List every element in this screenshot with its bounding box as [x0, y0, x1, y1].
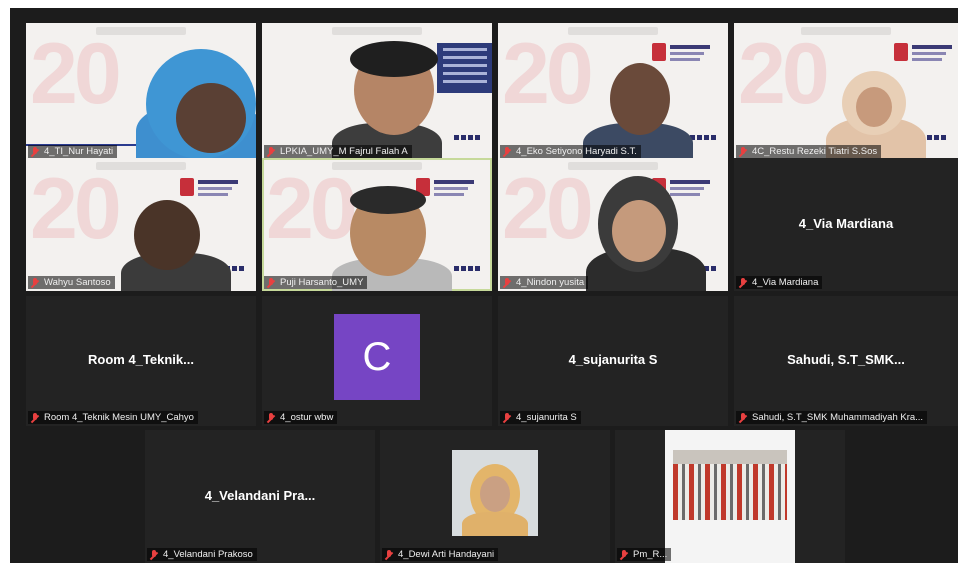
logo-bar [801, 27, 891, 35]
event-logo [652, 43, 712, 65]
virtual-background: 20 [502, 161, 594, 257]
slide-dots [454, 266, 482, 271]
participant-name: 4_sujanurita S [516, 412, 577, 423]
virtual-background: 20 [502, 26, 594, 122]
participant-display-name: Room 4_Teknik... [88, 352, 194, 367]
participant-name: 4_Nindon yusita [516, 277, 585, 288]
slide-dots [454, 135, 482, 140]
participant-name-tag: Pm_R... [617, 548, 672, 561]
muted-mic-icon [738, 412, 748, 423]
muted-mic-icon [149, 549, 159, 560]
virtual-background: 20 [738, 26, 830, 122]
participant-tile[interactable]: 20 4_TI_Nur Hayati [26, 23, 256, 160]
participant-display-name: 4_sujanurita S [568, 352, 658, 367]
muted-mic-icon [266, 146, 276, 157]
participant-video [350, 186, 426, 214]
participant-avatar: C [334, 314, 420, 400]
logo-bar [568, 27, 658, 35]
muted-mic-icon [502, 277, 512, 288]
slide-panel [437, 43, 492, 93]
participant-video [612, 200, 666, 262]
participant-name-tag: 4_Nindon yusita [500, 276, 589, 289]
event-logo [180, 178, 240, 200]
participant-video [610, 63, 670, 135]
event-logo [894, 43, 954, 65]
participant-display-name: Sahudi, S.T_SMK... [787, 352, 905, 367]
participant-tile[interactable]: Pm_R... [615, 430, 845, 563]
participant-name-tag: 4_Dewi Arti Handayani [382, 548, 499, 561]
participant-name-tag: 4_Eko Setiyono Haryadi S.T. [500, 145, 641, 158]
virtual-background: 20 [30, 26, 122, 122]
participant-photo [665, 430, 795, 563]
participant-name: Puji Harsanto_UMY [280, 277, 364, 288]
virtual-background: 20 [266, 161, 358, 257]
participant-tile[interactable]: 20 Puji Harsanto_UMY [262, 158, 492, 291]
participant-tile[interactable]: 4_Via Mardiana 4_Via Mardiana [734, 158, 958, 291]
participant-name-tag: Puji Harsanto_UMY [264, 276, 368, 289]
participant-name: 4C_Restu Rezeki Tiatri S.Sos [752, 146, 878, 157]
participant-tile[interactable]: 4_sujanurita S 4_sujanurita S [498, 296, 728, 426]
participant-tile[interactable]: 20 Wahyu Santoso [26, 158, 256, 291]
participant-display-name: 4_Velandani Pra... [204, 487, 316, 503]
participant-name: Wahyu Santoso [44, 277, 111, 288]
participant-name: LPKIA_UMY_M Fajrul Falah A [280, 146, 408, 157]
muted-mic-icon [30, 277, 40, 288]
participant-name-tag: 4_Velandani Prakoso [147, 548, 257, 561]
logo-bar [96, 162, 186, 170]
participant-name-tag: Sahudi, S.T_SMK Muhammadiyah Kra... [736, 411, 928, 424]
participant-name: 4_Velandani Prakoso [163, 549, 253, 560]
participant-name-tag: 4_sujanurita S [500, 411, 581, 424]
muted-mic-icon [384, 549, 394, 560]
participant-tile[interactable]: 20 4C_Restu Rezeki Tiatri S.Sos [734, 23, 958, 160]
participant-tile[interactable]: 20 4_Nindon yusita [498, 158, 728, 291]
participant-name: Sahudi, S.T_SMK Muhammadiyah Kra... [752, 412, 924, 423]
participant-display-name: 4_Via Mardiana [798, 215, 894, 231]
participant-name: 4_Eko Setiyono Haryadi S.T. [516, 146, 637, 157]
participant-name: Pm_R... [633, 549, 668, 560]
muted-mic-icon [30, 412, 40, 423]
participant-name: 4_TI_Nur Hayati [44, 146, 114, 157]
participant-video [856, 87, 892, 127]
participant-tile[interactable]: 4_Velandani Pra... 4_Velandani Prakoso [145, 430, 375, 563]
participant-name: 4_ostur wbw [280, 412, 334, 423]
virtual-background: 20 [30, 161, 122, 257]
participant-name-tag: LPKIA_UMY_M Fajrul Falah A [264, 145, 412, 158]
logo-bar [568, 162, 658, 170]
participant-tile[interactable]: Sahudi, S.T_SMK... Sahudi, S.T_SMK Muham… [734, 296, 958, 426]
participant-tile[interactable]: 4_Dewi Arti Handayani [380, 430, 610, 563]
slide-dots [690, 135, 718, 140]
muted-mic-icon [266, 412, 276, 423]
participant-name-tag: 4_ostur wbw [264, 411, 338, 424]
participant-video [134, 200, 200, 270]
participant-name-tag: Room 4_Teknik Mesin UMY_Cahyo [28, 411, 198, 424]
participant-tile[interactable]: Room 4_Teknik... Room 4_Teknik Mesin UMY… [26, 296, 256, 426]
logo-bar [332, 27, 422, 35]
muted-mic-icon [30, 146, 40, 157]
participant-name: 4_Dewi Arti Handayani [398, 549, 495, 560]
participant-name-tag: 4_TI_Nur Hayati [28, 145, 118, 158]
participant-name: 4_Via Mardiana [752, 277, 819, 288]
participant-name-tag: Wahyu Santoso [28, 276, 115, 289]
muted-mic-icon [619, 549, 629, 560]
participant-name-tag: 4_Via Mardiana [736, 276, 823, 289]
muted-mic-icon [266, 277, 276, 288]
logo-bar [96, 27, 186, 35]
muted-mic-icon [738, 277, 748, 288]
participant-tile[interactable]: C 4_ostur wbw [262, 296, 492, 426]
participant-video [350, 41, 438, 77]
participant-tile[interactable]: LPKIA_UMY_M Fajrul Falah A [262, 23, 492, 160]
participant-name-tag: 4C_Restu Rezeki Tiatri S.Sos [736, 145, 882, 158]
muted-mic-icon [738, 146, 748, 157]
participant-photo [452, 450, 538, 536]
participant-tile[interactable]: 20 4_Eko Setiyono Haryadi S.T. [498, 23, 728, 160]
participant-video [176, 83, 246, 153]
muted-mic-icon [502, 146, 512, 157]
muted-mic-icon [502, 412, 512, 423]
logo-bar [332, 162, 422, 170]
meeting-gallery-view: 20 4_TI_Nur Hayati LPKIA_UMY_M Fajrul Fa… [10, 8, 958, 563]
participant-name: Room 4_Teknik Mesin UMY_Cahyo [44, 412, 194, 423]
